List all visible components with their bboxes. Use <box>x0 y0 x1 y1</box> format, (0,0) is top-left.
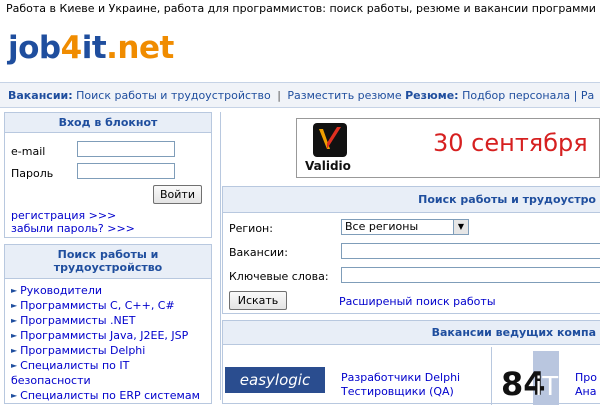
nav-separator: | <box>277 89 281 102</box>
logo-part-four: 4 <box>60 30 83 66</box>
vacancy-link-company2-line1[interactable]: Про <box>575 371 597 384</box>
category-link[interactable]: Специалисты по ERP системам <box>20 389 200 402</box>
job-search-title: Поиск работы и трудоустро <box>223 187 600 213</box>
svg-text:iT: iT <box>535 372 558 402</box>
vacancy-link-delphi[interactable]: Разработчики Delphi <box>341 371 460 384</box>
list-item[interactable]: ► Программисты Java, J2EE, JSP <box>11 328 211 343</box>
bullet-icon: ► <box>11 331 18 340</box>
category-link[interactable]: Программисты Java, J2EE, JSP <box>20 329 188 342</box>
nav-resume-label: Резюме: <box>405 89 459 102</box>
search-button[interactable]: Искать <box>229 291 287 310</box>
dropdown-arrow-icon[interactable]: ▼ <box>453 220 468 234</box>
region-label: Регион: <box>229 222 273 235</box>
job-categories-title-line2: трудоустройство <box>53 261 163 274</box>
logo-part-it: it <box>81 30 107 66</box>
forgot-password-link[interactable]: забыли пароль? >>> <box>11 222 135 235</box>
category-link[interactable]: Специалисты по IT безопасности <box>11 359 129 387</box>
category-link[interactable]: Руководители <box>20 284 102 297</box>
vacancy-link-company2-line2[interactable]: Ана <box>575 385 596 398</box>
keywords-label: Ключевые слова: <box>229 270 329 283</box>
password-label: Пароль <box>11 167 54 180</box>
nav-link-job-search[interactable]: Поиск работы и трудоустройство <box>76 89 271 102</box>
job-categories-title-line1: Поиск работы и <box>57 248 159 261</box>
banner-date: 30 сентября <box>433 129 588 157</box>
site-logo[interactable]: job4it.net <box>8 30 174 66</box>
company-logo-icon[interactable]: 84 iT <box>499 351 559 405</box>
list-item[interactable]: ► Программисты C, C++, C# <box>11 298 211 313</box>
list-item[interactable]: ► Руководители <box>11 283 211 298</box>
nav-link-post-resume[interactable]: Разместить резюме <box>287 89 401 102</box>
login-panel: Вход в блокнот e-mail Пароль Войти регис… <box>4 112 212 238</box>
vacancy-link-qa[interactable]: Тестировщики (QA) <box>341 385 454 398</box>
job-categories-panel: Поиск работы и трудоустройство ► Руководи… <box>4 244 212 404</box>
bullet-icon: ► <box>11 361 18 370</box>
ad-banner[interactable]: Validio 30 сентября <box>296 118 600 178</box>
easylogic-logo[interactable]: easylogic <box>225 367 325 393</box>
list-item[interactable]: ► Программисты .NET <box>11 313 211 328</box>
nav-link-staff-search[interactable]: Подбор персонала <box>462 89 570 102</box>
job-search-form: Поиск работы и трудоустро Регион: Все ре… <box>222 186 600 314</box>
bullet-icon: ► <box>11 316 18 325</box>
bullet-icon: ► <box>11 301 18 310</box>
job-category-list: ► Руководители ► Программисты C, C++, C# ►… <box>5 279 211 403</box>
nav-link-trailing[interactable]: | Ра <box>574 89 595 102</box>
email-label: e-mail <box>11 145 46 158</box>
register-link[interactable]: регистрация >>> <box>11 209 116 222</box>
vacancy-input[interactable] <box>341 243 600 259</box>
email-field[interactable] <box>77 141 175 157</box>
logo-part-job: job <box>8 30 61 66</box>
category-link[interactable]: Программисты Delphi <box>20 344 145 357</box>
leading-vacancies-title: Вакансии ведущих компа <box>223 321 600 345</box>
advanced-search-link[interactable]: Расширеный поиск работы <box>339 295 496 308</box>
job-categories-title: Поиск работы и трудоустройство <box>5 245 211 279</box>
keywords-input[interactable] <box>341 267 600 283</box>
leading-vacancies-panel: Вакансии ведущих компа easylogic Разрабо… <box>222 320 600 405</box>
region-select[interactable]: Все регионы ▼ <box>341 219 469 235</box>
banner-brand: Validio <box>305 159 351 173</box>
bullet-icon: ► <box>11 391 18 400</box>
list-item[interactable]: ► Программисты Delphi <box>11 343 211 358</box>
nav-vacancies-label: Вакансии: <box>8 89 73 102</box>
password-field[interactable] <box>77 163 175 179</box>
logo-part-net: .net <box>106 30 174 66</box>
list-item[interactable]: ► Специалисты по ERP системам <box>11 388 211 403</box>
login-button[interactable]: Войти <box>153 185 202 204</box>
login-title: Вход в блокнот <box>5 113 211 133</box>
category-link[interactable]: Программисты .NET <box>20 314 135 327</box>
vacancy-label: Вакансии: <box>229 246 288 259</box>
site-tagline: Работа в Киеве и Украине, работа для про… <box>6 2 596 15</box>
list-item[interactable]: ► Специалисты по IT безопасности <box>11 358 211 388</box>
bullet-icon: ► <box>11 286 18 295</box>
region-select-value: Все регионы <box>345 220 419 233</box>
divider <box>491 347 492 405</box>
main-nav: Вакансии: Поиск работы и трудоустройство… <box>0 82 600 108</box>
bullet-icon: ► <box>11 346 18 355</box>
category-link[interactable]: Программисты C, C++, C# <box>20 299 175 312</box>
